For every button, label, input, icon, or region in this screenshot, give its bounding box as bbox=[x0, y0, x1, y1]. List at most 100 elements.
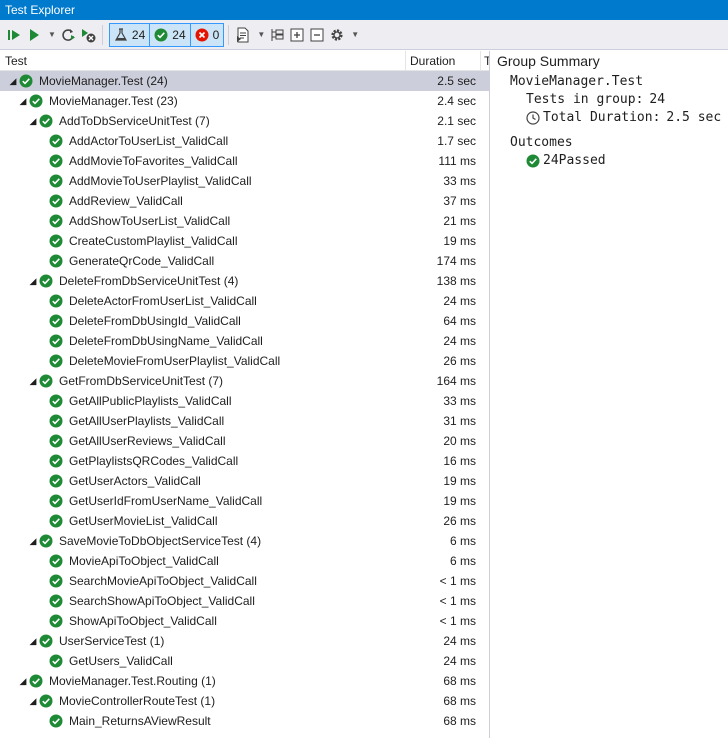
test-name: AddShowToUserList_ValidCall bbox=[69, 214, 231, 228]
flask-icon bbox=[114, 27, 127, 41]
test-group-row[interactable]: ◢ MovieControllerRouteTest (1) 68 ms bbox=[0, 691, 489, 711]
collapse-all-button[interactable] bbox=[307, 23, 327, 47]
test-row[interactable]: SearchShowApiToObject_ValidCall < 1 ms bbox=[0, 591, 489, 611]
passed-icon bbox=[39, 374, 53, 388]
expander-icon[interactable]: ◢ bbox=[28, 691, 38, 711]
summary-passed-line[interactable]: 24 Passed bbox=[526, 152, 728, 170]
passed-icon bbox=[49, 234, 63, 248]
test-name: DeleteFromDbUsingId_ValidCall bbox=[69, 314, 241, 328]
total-tests-filter[interactable]: 24 bbox=[109, 23, 150, 46]
expander-icon[interactable]: ◢ bbox=[8, 71, 18, 91]
test-group-row[interactable]: ◢ MovieManager.Test.Routing (1) 68 ms bbox=[0, 671, 489, 691]
run-dropdown-button[interactable]: ▼ bbox=[44, 23, 58, 47]
test-group-row[interactable]: ◢ SaveMovieToDbObjectServiceTest (4) 6 ms bbox=[0, 531, 489, 551]
test-row[interactable]: DeleteFromDbUsingId_ValidCall 64 ms bbox=[0, 311, 489, 331]
test-row[interactable]: GetUserActors_ValidCall 19 ms bbox=[0, 471, 489, 491]
test-group-row[interactable]: ◢ DeleteFromDbServiceUnitTest (4) 138 ms bbox=[0, 271, 489, 291]
test-row[interactable]: AddActorToUserList_ValidCall 1.7 sec bbox=[0, 131, 489, 151]
expander-icon[interactable]: ◢ bbox=[28, 631, 38, 651]
passed-icon bbox=[49, 394, 63, 408]
column-truncated[interactable]: T bbox=[484, 54, 489, 68]
test-group-row[interactable]: ◢ UserServiceTest (1) 24 ms bbox=[0, 631, 489, 651]
expander-icon[interactable]: ◢ bbox=[28, 531, 38, 551]
test-row[interactable]: AddMovieToUserPlaylist_ValidCall 33 ms bbox=[0, 171, 489, 191]
test-row[interactable]: GetUsers_ValidCall 24 ms bbox=[0, 651, 489, 671]
test-row[interactable]: GetAllUserPlaylists_ValidCall 31 ms bbox=[0, 411, 489, 431]
repeat-last-run-button[interactable] bbox=[58, 23, 78, 47]
test-row[interactable]: GetPlaylistsQRCodes_ValidCall 16 ms bbox=[0, 451, 489, 471]
test-row[interactable]: GetUserMovieList_ValidCall 26 ms bbox=[0, 511, 489, 531]
test-duration: < 1 ms bbox=[439, 614, 476, 628]
settings-dropdown[interactable]: ▼ bbox=[347, 23, 361, 47]
test-duration: 24 ms bbox=[443, 634, 476, 648]
test-name: CreateCustomPlaylist_ValidCall bbox=[69, 234, 238, 248]
test-duration: 138 ms bbox=[436, 274, 476, 288]
toolbar: ▼ 24 24 0 ▼ ▼ bbox=[0, 20, 728, 50]
test-row[interactable]: MovieApiToObject_ValidCall 6 ms bbox=[0, 551, 489, 571]
run-button[interactable] bbox=[24, 23, 44, 47]
test-row[interactable]: GetAllPublicPlaylists_ValidCall 33 ms bbox=[0, 391, 489, 411]
test-group-row[interactable]: ◢ MovieManager.Test (23) 2.4 sec bbox=[0, 91, 489, 111]
expander-icon[interactable]: ◢ bbox=[18, 671, 28, 691]
test-row[interactable]: CreateCustomPlaylist_ValidCall 19 ms bbox=[0, 231, 489, 251]
passed-icon bbox=[49, 494, 63, 508]
test-row[interactable]: DeleteActorFromUserList_ValidCall 24 ms bbox=[0, 291, 489, 311]
expander-icon[interactable]: ◢ bbox=[28, 371, 38, 391]
test-group-row[interactable]: ◢ AddToDbServiceUnitTest (7) 2.1 sec bbox=[0, 111, 489, 131]
test-row[interactable]: GetUserIdFromUserName_ValidCall 19 ms bbox=[0, 491, 489, 511]
passed-icon bbox=[39, 534, 53, 548]
test-name: Main_ReturnsAViewResult bbox=[69, 714, 211, 728]
column-test[interactable]: Test bbox=[5, 54, 27, 68]
test-name: DeleteFromDbServiceUnitTest (4) bbox=[59, 274, 239, 288]
expander-icon[interactable]: ◢ bbox=[28, 111, 38, 131]
test-row[interactable]: GetAllUserReviews_ValidCall 20 ms bbox=[0, 431, 489, 451]
cancel-icon bbox=[81, 28, 96, 42]
passed-tests-filter[interactable]: 24 bbox=[149, 23, 190, 46]
passed-icon bbox=[29, 674, 43, 688]
expand-all-icon bbox=[290, 28, 304, 41]
column-divider[interactable] bbox=[405, 51, 406, 71]
hierarchy-icon bbox=[271, 28, 284, 41]
test-row[interactable]: Main_ReturnsAViewResult 68 ms bbox=[0, 711, 489, 731]
expander-icon[interactable]: ◢ bbox=[18, 91, 28, 111]
window-title: Test Explorer bbox=[5, 3, 76, 17]
playlist-dropdown[interactable]: ▼ bbox=[253, 23, 267, 47]
summary-tests-label: Tests in group: bbox=[526, 92, 644, 107]
failed-tests-filter[interactable]: 0 bbox=[189, 23, 224, 46]
test-row[interactable]: AddShowToUserList_ValidCall 21 ms bbox=[0, 211, 489, 231]
group-summary-panel: Group Summary MovieManager.Test Tests in… bbox=[491, 51, 728, 738]
test-row[interactable]: AddMovieToFavorites_ValidCall 111 ms bbox=[0, 151, 489, 171]
run-failed-button[interactable] bbox=[78, 23, 98, 47]
summary-duration-value: 2.5 sec bbox=[666, 110, 722, 125]
settings-button[interactable] bbox=[327, 23, 347, 47]
test-name: GenerateQrCode_ValidCall bbox=[69, 254, 215, 268]
passed-icon bbox=[49, 134, 63, 148]
test-name: GetAllPublicPlaylists_ValidCall bbox=[69, 394, 232, 408]
test-name: MovieManager.Test (23) bbox=[49, 94, 178, 108]
test-row[interactable]: GenerateQrCode_ValidCall 174 ms bbox=[0, 251, 489, 271]
test-duration: 68 ms bbox=[443, 714, 476, 728]
run-all-button[interactable] bbox=[4, 23, 24, 47]
group-by-button[interactable] bbox=[267, 23, 287, 47]
playlist-button[interactable] bbox=[233, 23, 253, 47]
chevron-down-icon: ▼ bbox=[48, 30, 56, 39]
test-group-row[interactable]: ◢ GetFromDbServiceUnitTest (7) 164 ms bbox=[0, 371, 489, 391]
passed-icon bbox=[49, 574, 63, 588]
test-name: AddToDbServiceUnitTest (7) bbox=[59, 114, 210, 128]
chevron-down-icon: ▼ bbox=[257, 30, 266, 39]
test-row[interactable]: DeleteFromDbUsingName_ValidCall 24 ms bbox=[0, 331, 489, 351]
column-duration[interactable]: Duration bbox=[410, 54, 455, 68]
column-divider[interactable] bbox=[480, 51, 481, 71]
expand-all-button[interactable] bbox=[287, 23, 307, 47]
test-group-row[interactable]: ◢ MovieManager.Test (24) 2.5 sec bbox=[0, 71, 489, 91]
run-all-icon bbox=[8, 29, 20, 40]
test-row[interactable]: AddReview_ValidCall 37 ms bbox=[0, 191, 489, 211]
test-tree: ◢ MovieManager.Test (24) 2.5 sec ◢ MovieMana… bbox=[0, 71, 489, 731]
expander-icon[interactable]: ◢ bbox=[28, 271, 38, 291]
passed-icon bbox=[49, 614, 63, 628]
test-row[interactable]: ShowApiToObject_ValidCall < 1 ms bbox=[0, 611, 489, 631]
test-duration: 2.1 sec bbox=[437, 114, 476, 128]
test-row[interactable]: SearchMovieApiToObject_ValidCall < 1 ms bbox=[0, 571, 489, 591]
test-row[interactable]: DeleteMovieFromUserPlaylist_ValidCall 26 … bbox=[0, 351, 489, 371]
total-count: 24 bbox=[131, 27, 146, 42]
